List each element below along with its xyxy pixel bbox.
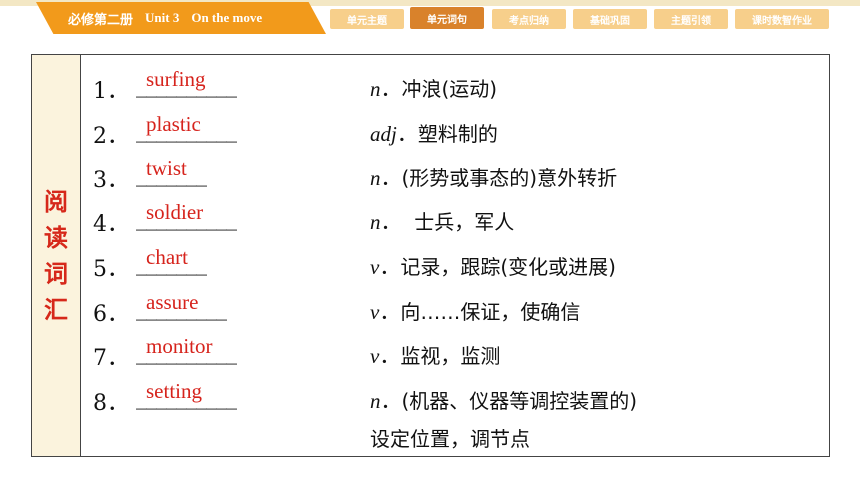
tab-unit-theme[interactable]: 单元主题 — [330, 9, 404, 29]
book-name: 必修第二册 — [68, 11, 134, 27]
definition-continuation: 设定位置，调节点 — [370, 427, 530, 451]
answer-word: chart — [146, 245, 188, 269]
definition: n．(形势或事态的)意外转折 — [370, 162, 617, 192]
tab-unit-words[interactable]: 单元词句 — [410, 7, 484, 29]
item-number: 6． — [93, 302, 129, 327]
item-number: 1． — [93, 79, 129, 104]
answer-word: twist — [146, 156, 187, 180]
unit-title: On the move — [191, 10, 263, 25]
item-number: 4． — [93, 212, 129, 237]
part-of-speech: adj — [370, 122, 397, 146]
top-bar: 必修第二册 Unit 3 On the move 单元主题 单元词句 考点归纳 … — [0, 0, 860, 40]
definition-text: 塑料制的 — [417, 122, 498, 146]
pos-separator: ． — [380, 210, 402, 234]
definition-text: 士兵，军人 — [401, 210, 515, 234]
tab-homework[interactable]: 课时数智作业 — [735, 9, 829, 29]
vocab-row: 6． _________ assure v．向……保证，使确信 — [32, 290, 829, 330]
pos-separator: ． — [380, 166, 402, 190]
item-number: 2． — [93, 124, 129, 149]
item-number: 3． — [93, 168, 129, 193]
definition-text: 向……保证，使确信 — [400, 300, 581, 324]
pos-separator: ． — [379, 255, 401, 279]
definition: v．向……保证，使确信 — [370, 296, 580, 326]
part-of-speech: v — [370, 255, 380, 279]
part-of-speech: v — [370, 344, 380, 368]
definition: v．监视，监测 — [370, 340, 500, 370]
pos-separator: ． — [396, 122, 418, 146]
vocab-row: 2． __________ plastic adj．塑料制的 — [32, 112, 829, 152]
definition: v．记录，跟踪(变化或进展) — [370, 251, 616, 281]
tab-key-points[interactable]: 考点归纳 — [492, 9, 566, 29]
vocab-row: 8． __________ setting n．(机器、仪器等调控装置的) — [32, 379, 829, 419]
part-of-speech: n — [370, 389, 381, 413]
definition-text: 冲浪(运动) — [401, 77, 498, 101]
pos-separator: ． — [379, 300, 401, 324]
item-number: 8． — [93, 391, 129, 416]
definition: adj．塑料制的 — [370, 118, 498, 148]
part-of-speech: n — [370, 210, 381, 234]
part-of-speech: v — [370, 300, 380, 324]
unit-number: Unit 3 — [145, 10, 180, 25]
item-number: 7． — [93, 346, 129, 371]
pos-separator: ． — [380, 389, 402, 413]
vocab-table: 阅 读 词 汇 1． __________ surfing n．冲浪(运动) 2… — [31, 54, 830, 457]
part-of-speech: n — [370, 166, 381, 190]
tab-basic-practice[interactable]: 基础巩固 — [573, 9, 647, 29]
definition-text: 监视，监测 — [400, 344, 501, 368]
tab-theme-guide[interactable]: 主题引领 — [654, 9, 728, 29]
pos-separator: ． — [379, 344, 401, 368]
definition-text: 记录，跟踪(变化或进展) — [400, 255, 616, 279]
item-number: 5． — [93, 257, 129, 282]
part-of-speech: n — [370, 77, 381, 101]
answer-word: monitor — [146, 334, 213, 358]
vocab-row: 3． _______ twist n．(形势或事态的)意外转折 — [32, 156, 829, 196]
vocab-row: 7． __________ monitor v．监视，监测 — [32, 334, 829, 374]
definition-text: (机器、仪器等调控装置的) — [401, 389, 638, 413]
answer-word: plastic — [146, 112, 201, 136]
answer-word: setting — [146, 379, 202, 403]
answer-word: soldier — [146, 200, 204, 224]
definition: n．冲浪(运动) — [370, 73, 497, 103]
definition: n．(机器、仪器等调控装置的) — [370, 385, 637, 415]
answer-word: assure — [146, 290, 199, 314]
pos-separator: ． — [380, 77, 402, 101]
answer-word: surfing — [146, 67, 206, 91]
definition-text: (形势或事态的)意外转折 — [401, 166, 618, 190]
unit-title-tab: 必修第二册 Unit 3 On the move — [36, 2, 326, 34]
vocab-row: 1． __________ surfing n．冲浪(运动) — [32, 67, 829, 107]
vocab-row: 5． _______ chart v．记录，跟踪(变化或进展) — [32, 245, 829, 285]
vocab-row: 4． __________ soldier n． 士兵，军人 — [32, 200, 829, 240]
definition: n． 士兵，军人 — [370, 206, 514, 236]
